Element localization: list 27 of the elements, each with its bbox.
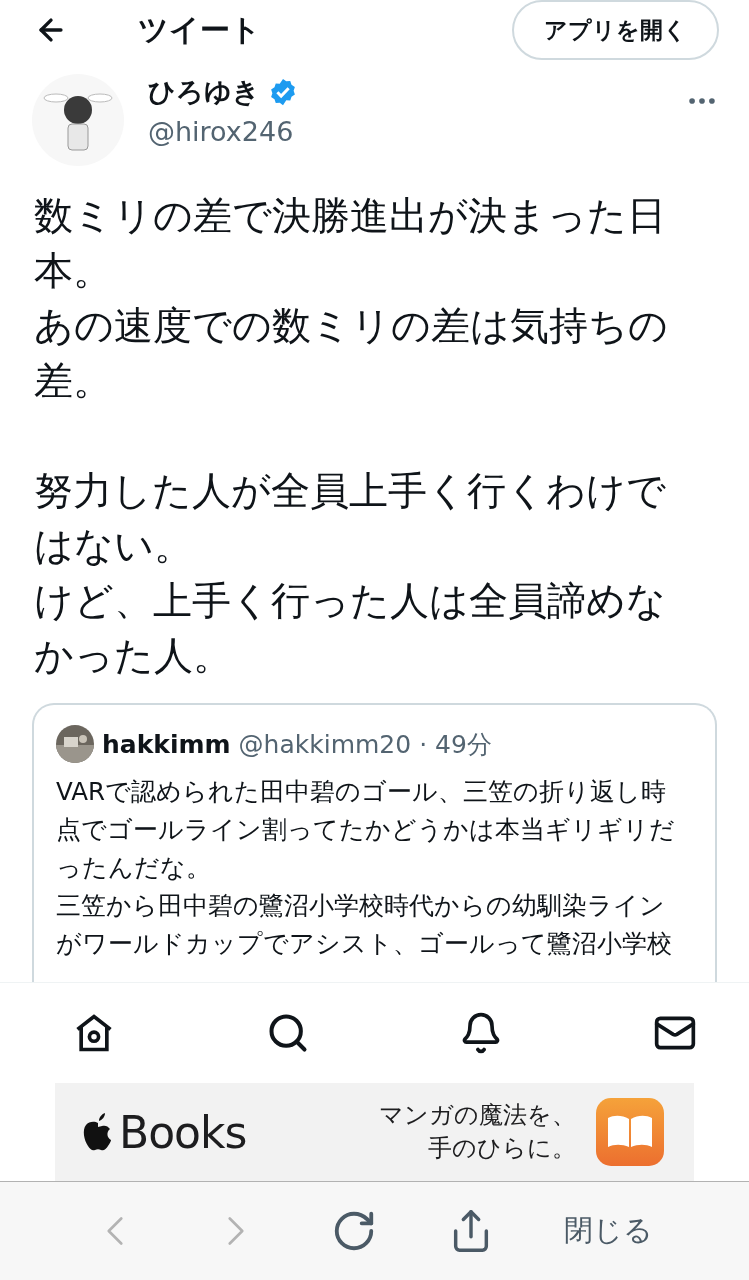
book-app-icon [596,1098,664,1166]
open-app-button[interactable]: アプリを開く [512,0,719,60]
close-button[interactable]: 閉じる [564,1211,653,1251]
quoted-tweet-text-line: 三笠から田中碧の鷺沼小学校時代からの幼馴染ライン [56,890,665,922]
quoted-tweet-text-line: VARで認められた田中碧のゴール、三笠の折り返し時 [56,776,666,808]
quoted-author-handle[interactable]: @hakkimm20 [238,729,412,759]
tweet-text-line: けど、上手く行った人は全員諦めな [34,577,666,625]
tweet-text-line: 差。 [34,357,112,405]
tweet-text-line: 数ミリの差で決勝進出が決まった日 [34,192,666,240]
avatar[interactable] [32,74,124,166]
author-handle[interactable]: @hirox246 [148,116,661,147]
tweet-text-line: はない。 [34,522,193,570]
brand-name: Books [119,1106,247,1158]
tweet-text-line: 努力した人が全員上手く行くわけで [34,467,666,515]
quoted-tweet-text-line: ったんだな。 [56,852,211,884]
tweet-text-line: 本。 [34,247,112,295]
quoted-tweet-text-line: がワールドカップでアシスト、ゴールって鷺沼小学校 [56,928,672,960]
quoted-author-name[interactable]: hakkimm [102,729,231,759]
quoted-tweet-time: · 49分 [419,728,492,761]
tweet-text-line: あの速度での数ミリの差は気持ちの [34,302,668,350]
tweet-text-line: かった人。 [34,632,232,680]
page-title: ツイート [138,10,262,49]
author-name[interactable]: ひろゆき [148,74,260,110]
ad-tagline-line: 手のひらに。 [428,1133,576,1164]
quoted-tweet-text-line: 点でゴールライン割ってたかどうかは本当ギリギリだ [56,814,675,846]
ad-tagline-line: マンガの魔法を、 [379,1100,576,1131]
ad-banner[interactable]: Books マンガの魔法を、 手のひらに。 [55,1083,694,1181]
